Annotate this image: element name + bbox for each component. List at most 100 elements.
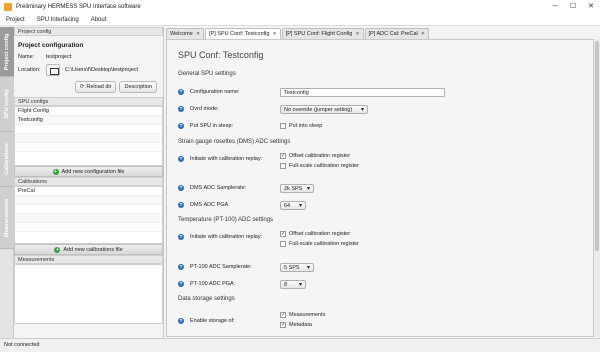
- page-title: SPU Conf: Testconfig: [178, 50, 264, 60]
- side-tab-bar: Project config SPU config Calibrations M…: [0, 27, 14, 338]
- app-icon: [4, 3, 12, 11]
- pt-pga-select[interactable]: 8: [280, 279, 306, 289]
- tab-spu-conf-flight-config[interactable]: [P] SPU Conf: Flight Config ✕: [281, 28, 364, 39]
- location-row: Location: C:\Users\f\Desktop\testproject: [14, 62, 163, 78]
- pt-fullscale-checkbox[interactable]: Full-scale calibration register: [280, 241, 359, 247]
- help-icon[interactable]: ?: [178, 123, 184, 129]
- calibrations-list: PreCal: [14, 186, 163, 244]
- config-name-label: Configuration name:: [190, 89, 240, 95]
- pt-section-title: Temperature (PT-100) ADC settings: [178, 217, 274, 223]
- pt-init-row: ? Initiate with calibration replay: ✓ Off…: [178, 231, 359, 251]
- storage-label: Enable storage of:: [190, 318, 235, 324]
- dms-samplerate-select[interactable]: 2k SPS: [280, 183, 314, 193]
- sleep-checkbox[interactable]: Put into sleep: [280, 123, 322, 129]
- maximize-button[interactable]: ☐: [564, 0, 582, 14]
- name-label: Name:: [18, 54, 35, 60]
- project-actions: ⟳ Reload dir Description: [14, 78, 163, 97]
- list-item[interactable]: PreCal: [15, 187, 162, 196]
- tab-adc-cal-precal[interactable]: [P] ADC Cal: PreCal ✕: [364, 28, 429, 39]
- description-button[interactable]: Description: [119, 81, 157, 93]
- help-icon[interactable]: ?: [178, 234, 184, 240]
- storage-measurements-checkbox[interactable]: ✓ Measurements: [280, 312, 325, 318]
- dms-section-title: Strain gauge rosettes (DMS) ADC settings: [178, 139, 291, 145]
- measurements-list: [14, 264, 163, 324]
- storage-section-title: Data storage settings: [178, 296, 235, 302]
- close-button[interactable]: ✕: [582, 0, 600, 14]
- side-tab-spu-config[interactable]: SPU config: [0, 77, 14, 132]
- close-icon[interactable]: ✕: [421, 31, 425, 37]
- project-config-header: Project config: [14, 27, 163, 36]
- list-item[interactable]: Flight Config: [15, 107, 162, 116]
- content-scrollbar[interactable]: [594, 39, 600, 337]
- help-icon[interactable]: ?: [178, 106, 184, 112]
- add-icon: +: [54, 246, 61, 253]
- config-name-input[interactable]: Testconfig: [280, 87, 445, 97]
- ovrd-mode-label: Ovrd mode:: [190, 106, 219, 112]
- dms-offset-checkbox[interactable]: ✓ Offset calibration register: [280, 153, 359, 159]
- close-icon[interactable]: ✕: [196, 31, 200, 37]
- help-icon[interactable]: ?: [178, 156, 184, 162]
- side-tab-calibrations[interactable]: Calibrations: [0, 132, 14, 187]
- help-icon[interactable]: ?: [178, 318, 184, 324]
- location-value: C:\Users\f\Desktop\testproject: [65, 67, 139, 73]
- dms-pga-select[interactable]: 64: [280, 200, 306, 210]
- tab-welcome[interactable]: Welcome ✕: [166, 28, 205, 39]
- dms-fullscale-checkbox[interactable]: Full-scale calibration register: [280, 163, 359, 169]
- name-value: testproject: [46, 54, 72, 60]
- minimize-button[interactable]: ─: [546, 0, 564, 14]
- dms-samplerate-row: ? DMS ADC Samplerate: 2k SPS: [178, 182, 314, 194]
- pt-samplerate-label: PT-100 ADC Samplerate:: [190, 264, 252, 270]
- storage-row: ? Enable storage of: ✓ Measurements ✓ Meta…: [178, 312, 325, 332]
- reload-icon: ⟳: [79, 84, 85, 90]
- calibrations-header: Calibrations: [14, 177, 163, 186]
- add-icon: +: [52, 168, 59, 175]
- sleep-label: Put SPU in sleep:: [190, 123, 234, 129]
- folder-icon[interactable]: [46, 64, 60, 76]
- menu-spu-interfacing[interactable]: SPU Interfacing: [31, 17, 85, 23]
- add-configuration-button[interactable]: + Add new configuration file: [14, 166, 163, 177]
- ovrd-mode-select[interactable]: No override (jumper setting): [280, 104, 368, 114]
- spu-configs-header: SPU configs: [14, 97, 163, 106]
- tab-bar: Welcome ✕ [P] SPU Conf: Testconfig ✕ [P] S…: [166, 28, 600, 39]
- close-icon[interactable]: ✕: [355, 31, 359, 37]
- dms-init-label: Initiate with calibration replay:: [190, 156, 263, 162]
- location-label: Location:: [18, 67, 41, 73]
- status-bar: Not connected: [0, 338, 600, 352]
- title-bar: Preliminary HERMESS SPU Interface softwa…: [0, 0, 600, 14]
- help-icon[interactable]: ?: [178, 89, 184, 95]
- menu-project[interactable]: Project: [0, 17, 31, 23]
- dms-samplerate-label: DMS ADC Samplerate:: [190, 185, 247, 191]
- help-icon[interactable]: ?: [178, 264, 184, 270]
- sleep-row: ? Put SPU in sleep: Put into sleep: [178, 120, 322, 132]
- storage-metadata-checkbox[interactable]: ✓ Metadata: [280, 322, 325, 328]
- dms-init-row: ? Initiate with calibration replay: ✓ Off…: [178, 153, 359, 173]
- add-calibrations-button[interactable]: + Add new calibrations file: [14, 244, 163, 255]
- pt-pga-label: PT-100 ADC PGA:: [190, 281, 236, 287]
- dms-pga-row: ? DMS ADC PGA: 64: [178, 199, 306, 211]
- side-tab-project-config[interactable]: Project config: [0, 27, 14, 77]
- pt-samplerate-row: ? PT-100 ADC Samplerate: 5 SPS: [178, 261, 314, 273]
- config-content: SPU Conf: Testconfig General SPU setting…: [166, 39, 594, 337]
- pt-offset-checkbox[interactable]: ✓ Offset calibration register: [280, 231, 359, 237]
- reload-dir-button[interactable]: ⟳ Reload dir: [74, 81, 117, 93]
- menu-bar: Project SPU Interfacing About: [0, 14, 600, 26]
- spu-configs-list: Flight Config Testconfig: [14, 106, 163, 166]
- help-icon[interactable]: ?: [178, 185, 184, 191]
- menu-about[interactable]: About: [85, 17, 113, 23]
- help-icon[interactable]: ?: [178, 281, 184, 287]
- pt-samplerate-select[interactable]: 5 SPS: [280, 262, 314, 272]
- window-title: Preliminary HERMESS SPU Interface softwa…: [16, 4, 141, 10]
- list-item[interactable]: Testconfig: [15, 116, 162, 125]
- config-name-row: ? Configuration name: Testconfig: [178, 86, 445, 98]
- side-tab-measurements[interactable]: Measurements: [0, 187, 14, 249]
- measurements-header: Measurements: [14, 255, 163, 264]
- pt-init-label: Initiate with calibration replay:: [190, 234, 263, 240]
- dms-pga-label: DMS ADC PGA:: [190, 202, 230, 208]
- close-icon[interactable]: ✕: [272, 31, 276, 37]
- help-icon[interactable]: ?: [178, 202, 184, 208]
- left-panel: Project config Project configuration Nam…: [14, 27, 164, 338]
- project-config-title: Project configuration: [18, 42, 84, 49]
- tab-spu-conf-testconfig[interactable]: [P] SPU Conf: Testconfig ✕: [205, 28, 281, 39]
- scrollbar-thumb[interactable]: [595, 41, 599, 251]
- general-section-title: General SPU settings: [178, 71, 236, 77]
